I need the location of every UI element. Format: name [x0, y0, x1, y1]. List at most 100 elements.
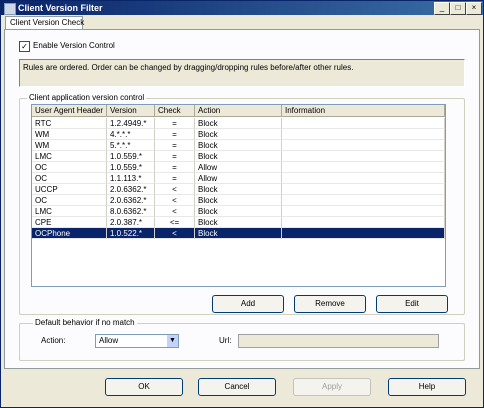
remove-button[interactable]: Remove [294, 295, 366, 313]
cell-action: Block [195, 184, 282, 195]
tab-client-version-check[interactable]: Client Version Check [5, 16, 85, 30]
table-row[interactable]: LMC 8.0.6362.* < Block [32, 206, 445, 217]
table-row[interactable]: WM 4.*.*.* = Block [32, 129, 445, 140]
cell-information [282, 118, 445, 129]
cell-check: < [155, 184, 195, 195]
rules-info-text: Rules are ordered. Order can be changed … [23, 63, 354, 72]
chevron-down-icon[interactable]: ▼ [167, 335, 178, 347]
action-select-value: Allow [99, 336, 119, 345]
cell-version: 1.0.559.* [107, 151, 155, 162]
edit-button[interactable]: Edit [376, 295, 448, 313]
cell-check: = [155, 118, 195, 129]
column-header-check[interactable]: Check [155, 105, 195, 117]
table-row[interactable]: OC 2.0.6362.* < Block [32, 195, 445, 206]
cell-information [282, 228, 445, 239]
enable-version-control-label[interactable]: Enable Version Control [33, 41, 115, 50]
cell-version: 1.0.559.* [107, 162, 155, 173]
column-header-action[interactable]: Action [195, 105, 282, 117]
maximize-button[interactable]: □ [450, 2, 466, 15]
cell-version: 8.0.6362.* [107, 206, 155, 217]
cell-user-agent: LMC [32, 206, 107, 217]
cell-user-agent: OC [32, 173, 107, 184]
column-header-user-agent[interactable]: User Agent Header [32, 105, 107, 117]
cell-information [282, 173, 445, 184]
cell-user-agent: WM [32, 140, 107, 151]
default-behavior-legend: Default behavior if no match [33, 318, 137, 328]
apply-button[interactable]: Apply [293, 378, 371, 396]
rules-table[interactable]: User Agent Header Version Check Action I… [31, 104, 446, 287]
cell-information [282, 129, 445, 140]
column-header-version[interactable]: Version [107, 105, 155, 117]
cell-information [282, 195, 445, 206]
cell-action: Block [195, 140, 282, 151]
cell-information [282, 206, 445, 217]
cell-information [282, 217, 445, 228]
close-button[interactable]: × [466, 2, 482, 15]
column-header-information[interactable]: Information [282, 105, 445, 117]
enable-version-control-checkbox[interactable]: ✓ [19, 41, 30, 52]
tab-label: Client Version Check [10, 18, 85, 27]
table-row[interactable]: RTC 1.2.4949.* = Block [32, 118, 445, 129]
cell-user-agent: OCPhone [32, 228, 107, 239]
cell-information [282, 184, 445, 195]
action-label: Action: [41, 336, 66, 345]
cell-action: Block [195, 151, 282, 162]
table-row[interactable]: OC 1.0.559.* = Allow [32, 162, 445, 173]
cell-action: Block [195, 129, 282, 140]
help-button[interactable]: Help [388, 378, 466, 396]
cell-check: < [155, 195, 195, 206]
cell-user-agent: UCCP [32, 184, 107, 195]
table-row[interactable]: WM 5.*.*.* = Block [32, 140, 445, 151]
cell-action: Allow [195, 162, 282, 173]
cell-check: <= [155, 217, 195, 228]
action-select[interactable]: Allow ▼ [95, 334, 179, 348]
cell-user-agent: LMC [32, 151, 107, 162]
cell-check: < [155, 206, 195, 217]
cell-action: Block [195, 217, 282, 228]
cell-check: = [155, 173, 195, 184]
cell-check: = [155, 140, 195, 151]
url-label: Url: [219, 336, 232, 345]
cell-user-agent: OC [32, 195, 107, 206]
minimize-button[interactable]: _ [434, 2, 450, 15]
table-row[interactable]: UCCP 2.0.6362.* < Block [32, 184, 445, 195]
cell-version: 2.0.6362.* [107, 195, 155, 206]
cell-action: Block [195, 195, 282, 206]
title-bar[interactable]: Client Version Filter _ □ × [1, 1, 483, 15]
cell-action: Block [195, 206, 282, 217]
cell-action: Block [195, 228, 282, 239]
cell-version: 1.0.522.* [107, 228, 155, 239]
cell-version: 2.0.387.* [107, 217, 155, 228]
cell-user-agent: WM [32, 129, 107, 140]
table-row[interactable]: OCPhone 1.0.522.* < Block [32, 228, 445, 239]
cell-version: 5.*.*.* [107, 140, 155, 151]
cell-check: = [155, 129, 195, 140]
cell-check: < [155, 228, 195, 239]
window-title: Client Version Filter [18, 3, 103, 13]
cell-information [282, 162, 445, 173]
cell-action: Block [195, 118, 282, 129]
ok-button[interactable]: OK [105, 378, 183, 396]
cell-user-agent: CPE [32, 217, 107, 228]
rules-info-box: Rules are ordered. Order can be changed … [19, 59, 465, 87]
table-row[interactable]: CPE 2.0.387.* <= Block [32, 217, 445, 228]
table-row[interactable]: OC 1.1.113.* = Allow [32, 173, 445, 184]
cell-version: 4.*.*.* [107, 129, 155, 140]
table-row[interactable]: LMC 1.0.559.* = Block [32, 151, 445, 162]
cell-version: 1.2.4949.* [107, 118, 155, 129]
cell-action: Allow [195, 173, 282, 184]
app-icon [4, 3, 16, 15]
cell-user-agent: RTC [32, 118, 107, 129]
cell-information [282, 151, 445, 162]
cell-version: 2.0.6362.* [107, 184, 155, 195]
cell-check: = [155, 162, 195, 173]
url-field [238, 334, 439, 348]
add-button[interactable]: Add [212, 295, 284, 313]
cell-version: 1.1.113.* [107, 173, 155, 184]
cell-check: = [155, 151, 195, 162]
cancel-button[interactable]: Cancel [198, 378, 276, 396]
cell-information [282, 140, 445, 151]
client-version-filter-window: Client Version Filter _ □ × Client Versi… [0, 0, 484, 408]
cell-user-agent: OC [32, 162, 107, 173]
client-app-version-legend: Client application version control [27, 93, 147, 103]
